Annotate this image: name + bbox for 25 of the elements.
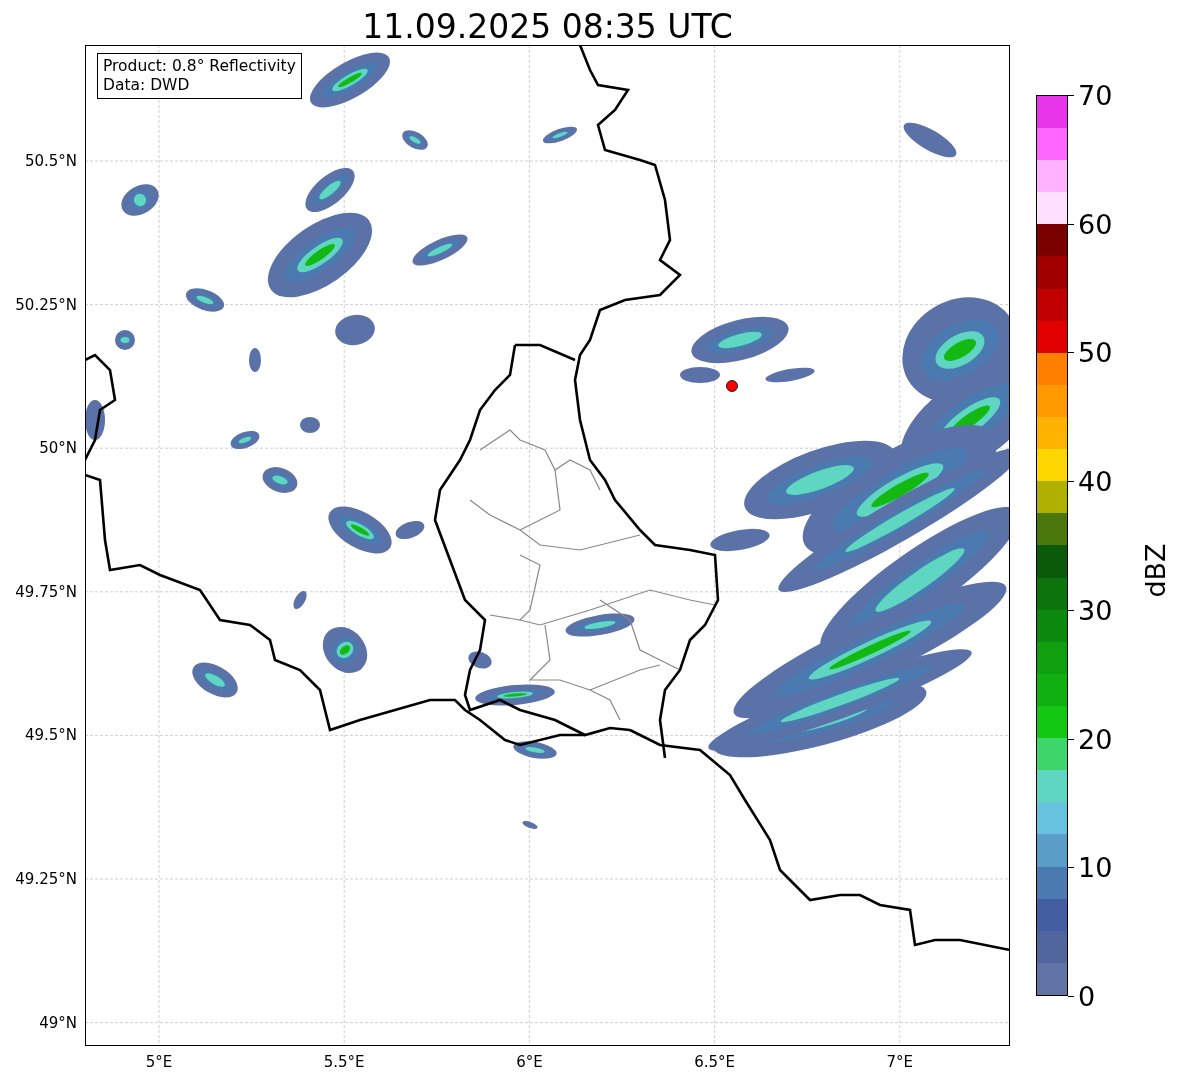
latitude-label: 49°N — [39, 1013, 77, 1032]
colorbar-tick-label: 30 — [1078, 596, 1113, 624]
latitude-label: 50°N — [39, 439, 77, 458]
longitude-label: 6.5°E — [694, 1053, 735, 1071]
colorbar-tick-label: 10 — [1078, 853, 1113, 881]
colorbar-tick-label: 40 — [1078, 467, 1113, 495]
latitude-label: 50.25°N — [15, 295, 77, 314]
info-text: Product: 0.8° Reflectivity — [103, 57, 296, 76]
longitude-label: 7°E — [886, 1053, 914, 1071]
colorbar-tick-label: 20 — [1078, 725, 1113, 753]
info-text: Data: DWD — [103, 76, 191, 95]
colorbar-label: dBZ — [1139, 543, 1171, 598]
radar-site-marker — [726, 380, 738, 392]
chart-title: 11.09.2025 08:35 UTC — [362, 8, 733, 45]
longitude-label: 5.5°E — [323, 1053, 365, 1071]
longitude-label: 6°E — [516, 1053, 543, 1071]
longitude-label: 5°E — [145, 1053, 173, 1071]
colorbar-tick-label: 0 — [1078, 982, 1096, 1010]
latitude-label: 49.25°N — [15, 870, 77, 888]
colorbar-tick-label: 60 — [1078, 210, 1113, 238]
colorbar-tick-label: 50 — [1078, 338, 1113, 366]
colorbar-tick-label: 70 — [1078, 81, 1113, 109]
latitude-label: 49.5°N — [24, 726, 77, 745]
latitude-label: 49.75°N — [15, 582, 77, 601]
latitude-label: 50.5°N — [24, 152, 77, 170]
